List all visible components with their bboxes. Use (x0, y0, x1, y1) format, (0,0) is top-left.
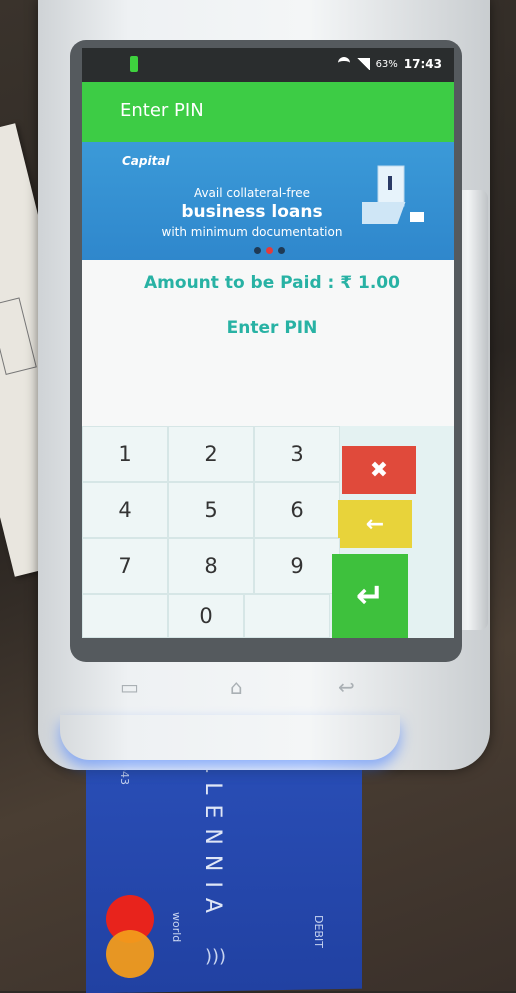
battery-percent: 63% (375, 58, 398, 70)
cancel-button[interactable]: ✖ (342, 446, 416, 494)
key-7[interactable]: 7 (82, 538, 168, 594)
notification-icon (130, 56, 138, 72)
card-brand: LLENNIA (200, 760, 225, 923)
banner-illustration (362, 165, 424, 224)
wifi-icon (337, 57, 350, 71)
home-icon[interactable]: ⌂ (230, 675, 243, 699)
enter-button[interactable]: ↵ (332, 554, 408, 638)
pin-prompt: Enter PIN (226, 318, 318, 338)
banner-line2: business loans (181, 202, 323, 222)
carousel-dots (254, 247, 285, 254)
key-5[interactable]: 5 (168, 482, 254, 538)
banner-logo: Capital (122, 154, 170, 168)
contactless-icon: ))) (205, 946, 227, 967)
carousel-dot[interactable] (254, 247, 261, 254)
promo-banner[interactable]: Capital Avail collateral-free business l… (82, 142, 454, 260)
status-bar: 63% 17:43 (82, 48, 454, 82)
back-icon[interactable]: ↩ (338, 675, 355, 699)
amount-label: Amount to be Paid : ₹ 1.00 (144, 273, 400, 293)
card-slot-light (60, 715, 400, 760)
key-0[interactable]: 0 (168, 594, 244, 638)
key-6[interactable]: 6 (254, 482, 340, 538)
screen: 63% 17:43 Enter PIN Capital Avail collat… (82, 48, 454, 638)
banner-line3: with minimum documentation (161, 225, 343, 239)
key-8[interactable]: 8 (168, 538, 254, 594)
carousel-dot-active[interactable] (266, 247, 273, 254)
key-2[interactable]: 2 (168, 426, 254, 482)
backspace-button[interactable]: ← (338, 500, 412, 548)
signal-icon (355, 58, 370, 70)
banner-line1: Avail collateral-free (193, 186, 311, 200)
key-blank-right (244, 594, 330, 638)
app-bar: Enter PIN (82, 82, 454, 142)
carousel-dot[interactable] (278, 247, 285, 254)
recent-apps-icon[interactable]: ▭ (120, 675, 139, 699)
key-9[interactable]: 9 (254, 538, 340, 594)
pin-keypad: 1 2 3 ✖ 4 5 6 ← 7 8 9 ↵ 0 (82, 426, 454, 638)
key-4[interactable]: 4 (82, 482, 168, 538)
card-type: DEBIT (312, 915, 325, 948)
mastercard-logo-orange (106, 930, 154, 978)
paper-box (0, 297, 37, 375)
app-bar-title: Enter PIN (120, 100, 204, 121)
key-blank-left (82, 594, 168, 638)
key-1[interactable]: 1 (82, 426, 168, 482)
clock: 17:43 (403, 57, 442, 71)
key-3[interactable]: 3 (254, 426, 340, 482)
card-network-label: world (170, 912, 183, 943)
